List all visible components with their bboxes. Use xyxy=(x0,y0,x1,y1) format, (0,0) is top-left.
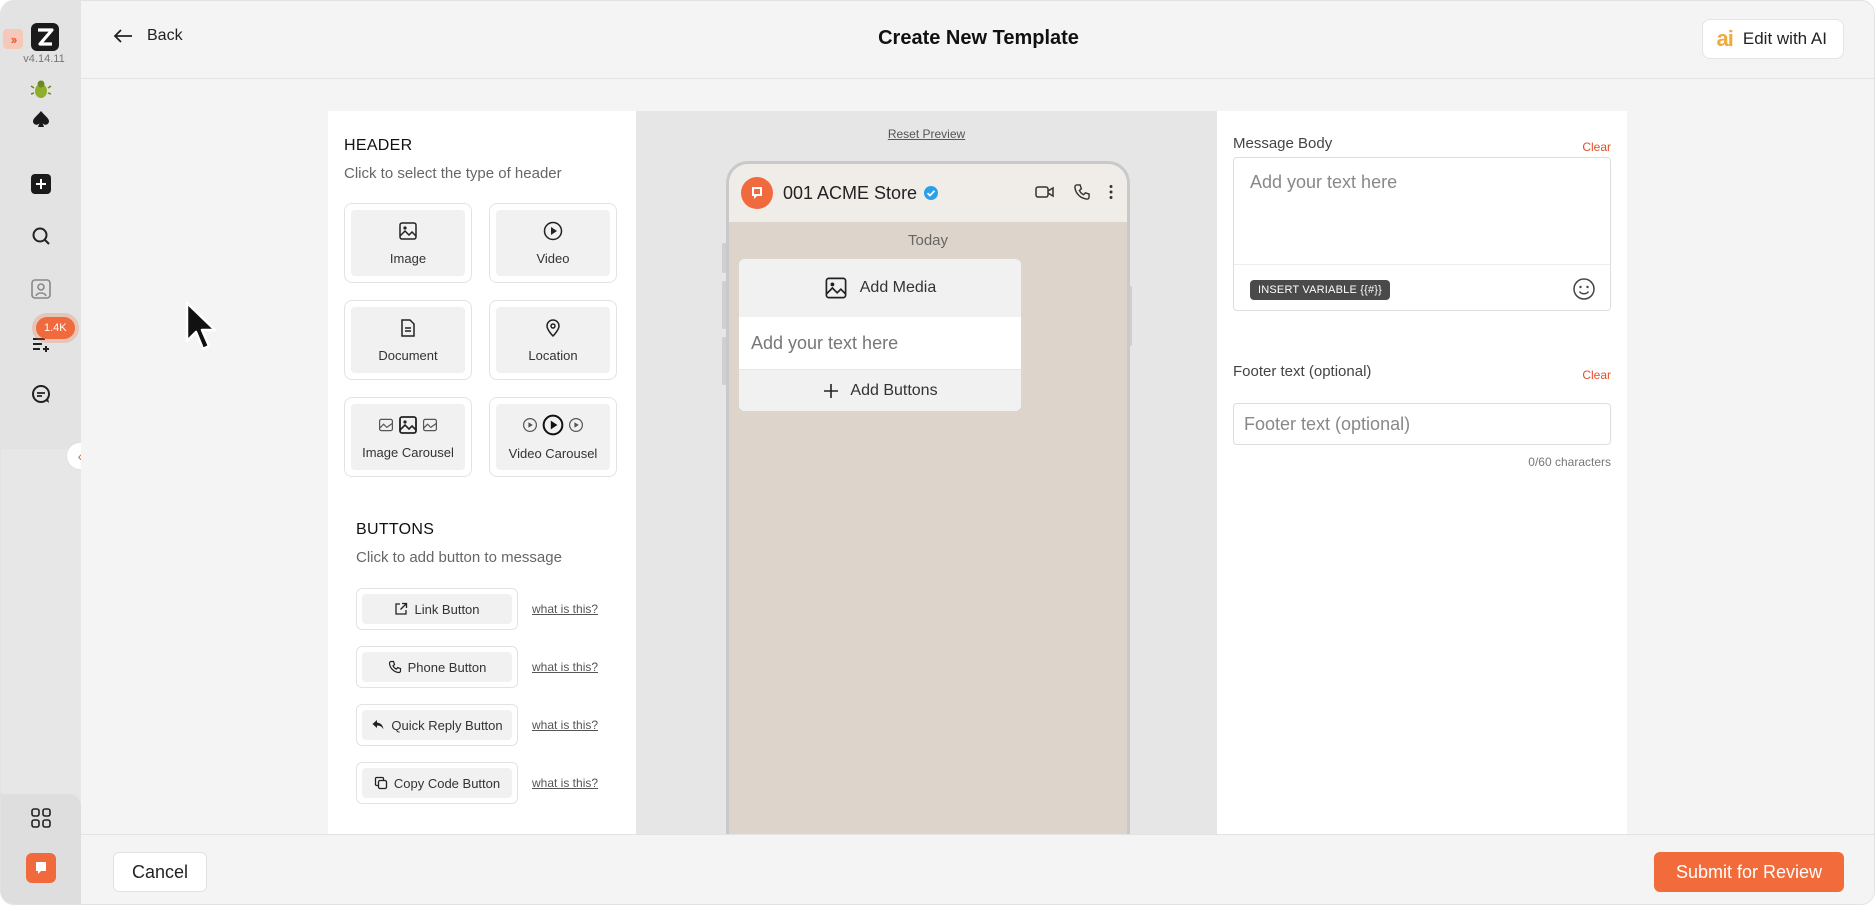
button-row-copy-code: Copy Code Button what is this? xyxy=(356,762,616,804)
link-button-option[interactable]: Link Button xyxy=(356,588,518,630)
button-row-link: Link Button what is this? xyxy=(356,588,616,630)
button-option-label: Link Button xyxy=(414,601,480,617)
voice-call-icon xyxy=(1074,184,1090,200)
bubble-text-placeholder: Add your text here xyxy=(739,317,1021,369)
header-option-image[interactable]: Image xyxy=(344,203,472,283)
verified-badge-icon xyxy=(923,185,939,201)
clear-footer-button[interactable]: Clear xyxy=(1582,368,1611,382)
reply-icon xyxy=(372,720,384,730)
mouse-cursor-icon xyxy=(185,301,217,353)
message-bubble: Add Media Add your text here Add Buttons xyxy=(739,259,1021,411)
message-toolbar: INSERT VARIABLE {{#}} xyxy=(1234,264,1610,310)
document-icon xyxy=(401,318,415,337)
button-option-label: Copy Code Button xyxy=(393,775,501,791)
image-carousel-icon xyxy=(378,415,438,435)
external-link-icon xyxy=(395,602,408,615)
arrow-left-icon xyxy=(113,29,132,43)
phone-preview: 001 ACME Store Today Add Media Add your … xyxy=(726,161,1130,851)
add-buttons-label: Add Buttons xyxy=(850,381,938,399)
more-options-icon xyxy=(1109,185,1113,199)
footer-char-count: 0/60 characters xyxy=(1528,455,1611,469)
back-label: Back xyxy=(147,27,183,44)
what-is-this-link[interactable]: what is this? xyxy=(532,602,598,616)
plus-icon xyxy=(824,383,839,398)
quick-reply-button-option[interactable]: Quick Reply Button xyxy=(356,704,518,746)
header-option-label: Document xyxy=(378,347,438,363)
message-body-placeholder: Add your text here xyxy=(1250,172,1398,192)
cancel-button[interactable]: Cancel xyxy=(113,852,207,892)
copy-icon xyxy=(374,776,388,790)
edit-with-ai-button[interactable]: ai Edit with AI xyxy=(1701,19,1844,59)
header-option-label: Image Carousel xyxy=(362,444,454,460)
app-logo[interactable] xyxy=(31,23,59,51)
message-body-label: Message Body xyxy=(1233,135,1333,152)
button-row-quick-reply: Quick Reply Button what is this? xyxy=(356,704,616,746)
header-option-label: Video xyxy=(536,250,570,266)
footer-text-label: Footer text (optional) xyxy=(1233,363,1372,380)
buttons-section-subtitle: Click to add button to message xyxy=(356,549,562,566)
image-icon xyxy=(399,221,417,240)
button-row-phone: Phone Button what is this? xyxy=(356,646,616,688)
date-divider: Today xyxy=(907,232,949,249)
reset-preview-link[interactable]: Reset Preview xyxy=(636,127,1217,141)
message-body-input[interactable]: Add your text here INSERT VARIABLE {{#}} xyxy=(1233,157,1611,311)
add-buttons-button[interactable]: Add Buttons xyxy=(739,369,1021,411)
add-media-button[interactable]: Add Media xyxy=(739,259,1021,317)
what-is-this-link[interactable]: what is this? xyxy=(532,718,598,732)
content-panel: Message Body Clear Add your text here IN… xyxy=(1217,111,1627,834)
main-content: HEADER Click to select the type of heade… xyxy=(81,79,1874,851)
copy-code-button-option[interactable]: Copy Code Button xyxy=(356,762,518,804)
contact-avatar xyxy=(741,177,773,209)
page-title: Create New Template xyxy=(878,27,1079,49)
video-call-icon xyxy=(1035,186,1054,198)
button-option-label: Quick Reply Button xyxy=(391,717,503,733)
header-section-subtitle: Click to select the type of header xyxy=(344,165,562,182)
back-button[interactable]: Back xyxy=(113,27,183,45)
options-panel: HEADER Click to select the type of heade… xyxy=(328,111,636,834)
what-is-this-link[interactable]: what is this? xyxy=(532,776,598,790)
footer-text-input[interactable]: Footer text (optional) xyxy=(1233,403,1611,445)
insert-variable-button[interactable]: INSERT VARIABLE {{#}} xyxy=(1250,280,1391,300)
spade-icon[interactable] xyxy=(21,99,61,139)
video-carousel-icon xyxy=(522,414,584,436)
submit-for-review-button[interactable]: Submit for Review xyxy=(1654,852,1844,892)
header-option-location[interactable]: Location xyxy=(489,300,617,380)
image-icon xyxy=(825,277,847,299)
chat-icon[interactable] xyxy=(21,374,61,414)
expand-sidebar-icon[interactable]: ›› xyxy=(3,29,23,49)
search-icon[interactable] xyxy=(21,216,61,256)
app-window: ›› v4.14.11 1.4K ‹ Back Create New Templ… xyxy=(0,0,1875,905)
header-option-image-carousel[interactable]: Image Carousel xyxy=(344,397,472,477)
contacts-icon[interactable] xyxy=(21,269,61,309)
header-section-title: HEADER xyxy=(344,137,413,154)
preview-panel: Reset Preview 001 ACME Store Today Add M… xyxy=(636,111,1217,851)
add-icon[interactable] xyxy=(21,164,61,204)
contact-name: 001 ACME Store xyxy=(783,182,918,203)
apps-grid-icon[interactable] xyxy=(21,798,61,838)
notification-badge: 1.4K xyxy=(36,317,75,339)
phone-icon xyxy=(388,660,401,674)
header-option-video-carousel[interactable]: Video Carousel xyxy=(489,397,617,477)
bottom-action-bar: Cancel Submit for Review xyxy=(81,834,1874,904)
edit-with-ai-label: Edit with AI xyxy=(1742,29,1827,48)
header-option-label: Image xyxy=(389,250,427,266)
workspace-logo[interactable] xyxy=(26,853,56,883)
button-option-label: Phone Button xyxy=(407,659,487,675)
buttons-section-title: BUTTONS xyxy=(356,521,435,538)
app-version: v4.14.11 xyxy=(23,53,65,65)
header-option-label: Location xyxy=(528,347,578,363)
ai-icon: ai xyxy=(1716,26,1734,51)
top-bar: Back Create New Template ai Edit with AI xyxy=(81,1,1874,79)
phone-button-option[interactable]: Phone Button xyxy=(356,646,518,688)
emoji-icon[interactable] xyxy=(1572,277,1596,301)
play-circle-icon xyxy=(543,221,563,240)
header-option-label: Video Carousel xyxy=(508,445,598,461)
chat-header: 001 ACME Store xyxy=(729,164,1127,222)
add-media-label: Add Media xyxy=(859,279,937,296)
header-option-video[interactable]: Video xyxy=(489,203,617,283)
what-is-this-link[interactable]: what is this? xyxy=(532,660,598,674)
location-pin-icon xyxy=(546,318,560,337)
clear-message-body-button[interactable]: Clear xyxy=(1582,140,1611,154)
header-option-document[interactable]: Document xyxy=(344,300,472,380)
